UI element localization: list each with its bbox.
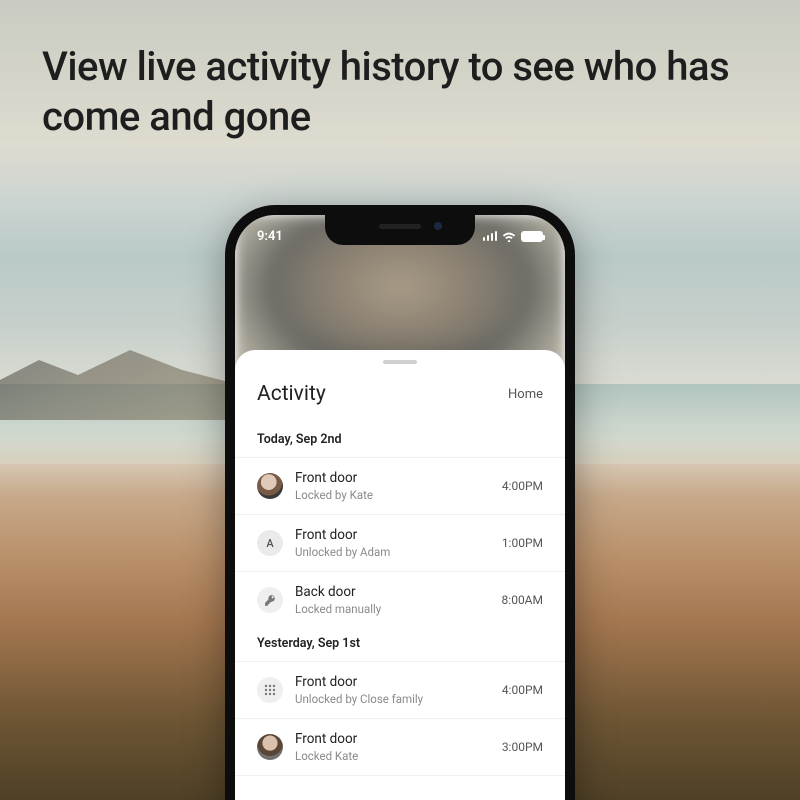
activity-row-subtitle: Locked manually: [295, 602, 490, 616]
battery-icon: [521, 231, 543, 242]
activity-row-time: 1:00PM: [502, 536, 543, 550]
activity-row[interactable]: Back door Locked manually 8:00AM: [235, 571, 565, 628]
avatar-photo: [257, 473, 283, 499]
location-selector[interactable]: Home: [508, 387, 543, 402]
activity-row-title: Front door: [295, 527, 490, 543]
activity-row-title: Front door: [295, 674, 490, 690]
activity-row-subtitle: Locked Kate: [295, 749, 490, 763]
phone-notch: [325, 215, 475, 245]
activity-sheet[interactable]: Activity Home Today, Sep 2nd Front door Lo…: [235, 350, 565, 800]
activity-row-time: 4:00PM: [502, 479, 543, 493]
background-hills: [0, 320, 260, 420]
activity-row-body: Front door Locked by Kate: [295, 470, 490, 502]
wifi-icon: [502, 231, 516, 242]
sheet-title: Activity: [257, 382, 326, 406]
avatar-initial: A: [257, 530, 283, 556]
sheet-grabber[interactable]: [383, 360, 417, 364]
phone-frame: 9:41 Activity Home Today, Sep 2ndFront d…: [225, 205, 575, 800]
keypad-icon: [257, 677, 283, 703]
activity-row-body: Back door Locked manually: [295, 584, 490, 616]
activity-row-body: Front door Locked Kate: [295, 731, 490, 763]
activity-row[interactable]: Front door Unlocked by Close family 4:00PM: [235, 661, 565, 718]
activity-row-time: 3:00PM: [502, 740, 543, 754]
activity-row-time: 4:00PM: [502, 683, 543, 697]
cellular-signal-icon: [483, 231, 498, 241]
activity-row-body: Front door Unlocked by Close family: [295, 674, 490, 706]
activity-row-title: Front door: [295, 731, 490, 747]
section-label: Today, Sep 2nd: [235, 424, 565, 457]
activity-row-subtitle: Unlocked by Close family: [295, 692, 490, 706]
activity-row[interactable]: Front door Locked by Kate 4:00PM: [235, 457, 565, 514]
phone-screen: 9:41 Activity Home Today, Sep 2ndFront d…: [235, 215, 565, 800]
marketing-background: View live activity history to see who ha…: [0, 0, 800, 800]
key-icon: [257, 587, 283, 613]
activity-row-subtitle: Unlocked by Adam: [295, 545, 490, 559]
activity-row[interactable]: Front door Locked Kate 3:00PM: [235, 718, 565, 776]
activity-row[interactable]: A Front door Unlocked by Adam 1:00PM: [235, 514, 565, 571]
sheet-header: Activity Home: [235, 378, 565, 424]
avatar-photo: [257, 734, 283, 760]
activity-row-body: Front door Unlocked by Adam: [295, 527, 490, 559]
activity-row-title: Back door: [295, 584, 490, 600]
activity-row-title: Front door: [295, 470, 490, 486]
marketing-headline: View live activity history to see who ha…: [42, 42, 758, 142]
status-time: 9:41: [257, 229, 283, 244]
section-label: Yesterday, Sep 1st: [235, 628, 565, 661]
activity-row-time: 8:00AM: [502, 593, 543, 607]
activity-row-subtitle: Locked by Kate: [295, 488, 490, 502]
